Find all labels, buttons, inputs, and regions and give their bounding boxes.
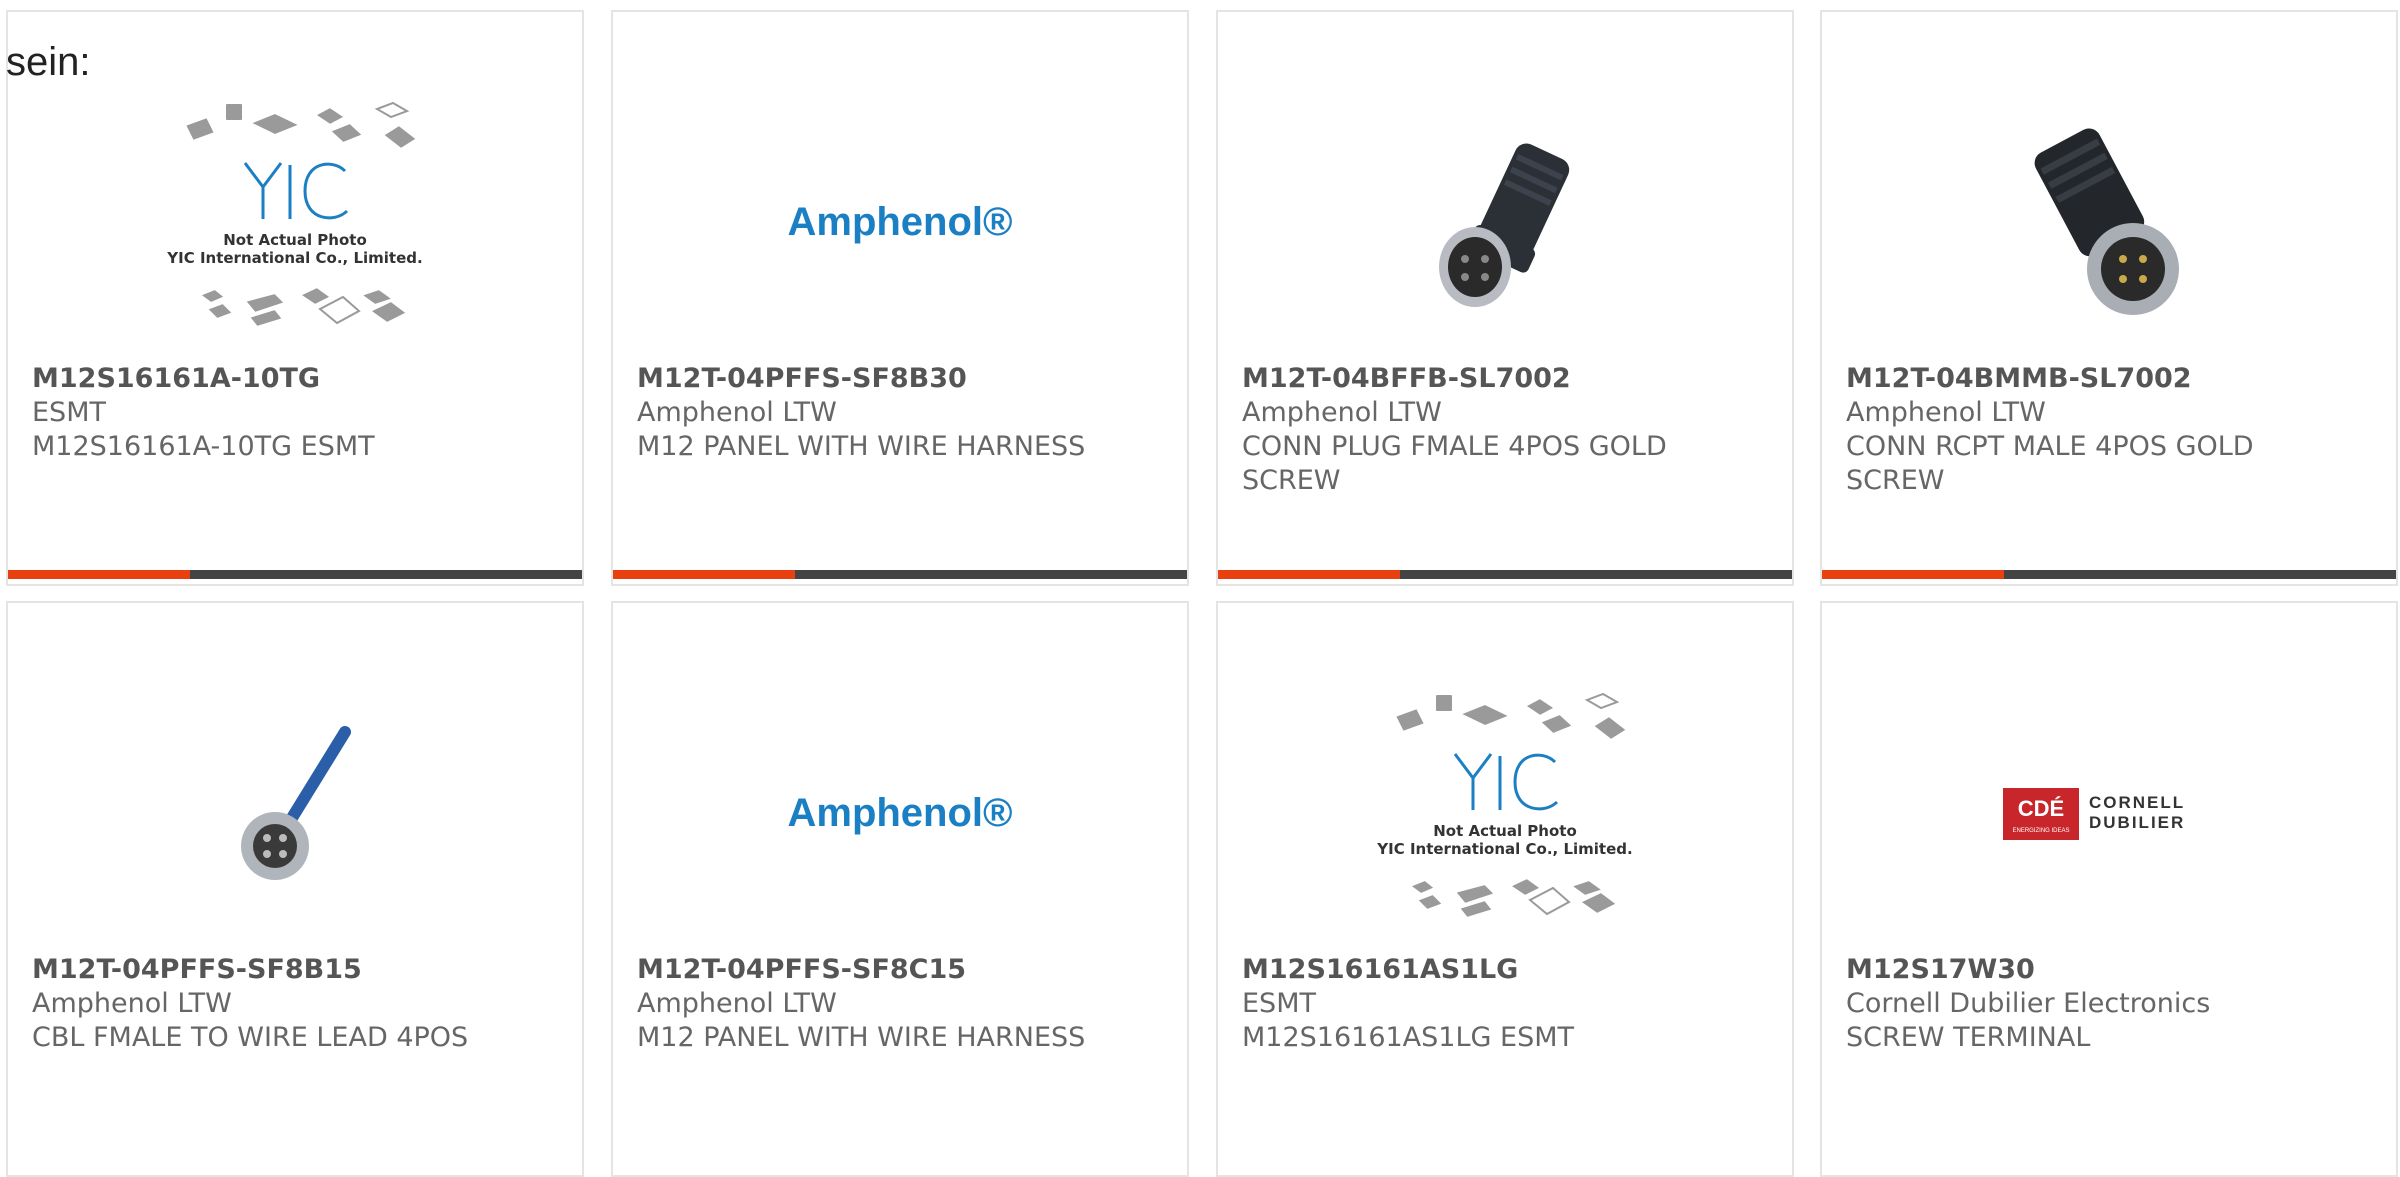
product-card[interactable]: M12T-04BFFB-SL7002 Amphenol LTW CONN PLU…	[1216, 10, 1794, 586]
panel-connector-icon	[241, 725, 351, 880]
manufacturer: ESMT	[1242, 988, 1316, 1019]
card-accent	[613, 570, 795, 579]
part-number[interactable]: M12T-04BMMB-SL7002	[1846, 362, 2306, 396]
card-accent	[1218, 570, 1400, 579]
product-card[interactable]: Not Actual Photo YIC International Co., …	[1216, 601, 1794, 1177]
product-card[interactable]: M12T-04BMMB-SL7002 Amphenol LTW CONN RCP…	[1820, 10, 2398, 586]
manufacturer: Amphenol LTW	[637, 397, 837, 428]
manufacturer: Amphenol LTW	[1242, 397, 1442, 428]
card-accent	[1822, 570, 2004, 579]
yic-placeholder-image: Not Actual Photo YIC International Co., …	[1376, 692, 1633, 919]
part-number[interactable]: M12T-04BFFB-SL7002	[1242, 362, 1702, 396]
manufacturer: Amphenol LTW	[637, 988, 837, 1019]
card-bottom-bar	[1822, 570, 2396, 579]
part-number[interactable]: M12S16161AS1LG	[1242, 953, 1702, 987]
product-image[interactable]: Not Actual Photo YIC International Co., …	[1218, 683, 1792, 948]
yic-caption-1: Not Actual Photo	[223, 231, 367, 249]
product-card[interactable]: Amphenol® M12T-04PFFS-SF8B30 Amphenol LT…	[611, 10, 1189, 586]
product-image[interactable]	[8, 683, 582, 948]
female-connector-icon	[1439, 143, 1570, 307]
product-image[interactable]: Not Actual Photo YIC International Co., …	[8, 92, 582, 357]
product-image[interactable]: Amphenol®	[613, 92, 1187, 357]
manufacturer: Amphenol LTW	[32, 988, 232, 1019]
part-number[interactable]: M12S16161A-10TG	[32, 362, 492, 396]
product-image[interactable]	[1218, 92, 1792, 357]
part-number[interactable]: M12T-04PFFS-SF8C15	[637, 953, 1097, 987]
cde-logo: CDÉ ENERGIZING IDEAS CORNELL DUBILIER	[2003, 787, 2185, 840]
manufacturer: ESMT	[32, 397, 106, 428]
product-image[interactable]: Amphenol®	[613, 683, 1187, 948]
product-card[interactable]: Amphenol® M12T-04PFFS-SF8C15 Amphenol LT…	[611, 601, 1189, 1177]
description: M12S16161AS1LG ESMT	[1242, 1022, 1575, 1053]
description: CONN RCPT MALE 4POS GOLD SCREW	[1846, 431, 2254, 496]
amphenol-logo: Amphenol®	[787, 200, 1012, 244]
card-bottom-bar	[1218, 570, 1792, 579]
description: CBL FMALE TO WIRE LEAD 4POS	[32, 1022, 469, 1053]
description: M12 PANEL WITH WIRE HARNESS	[637, 1022, 1086, 1053]
product-card[interactable]: Not Actual Photo YIC International Co., …	[6, 10, 584, 586]
description: M12S16161A-10TG ESMT	[32, 431, 375, 462]
card-bottom-bar	[8, 570, 582, 579]
cde-logo-tagline: ENERGIZING IDEAS	[2012, 828, 2069, 834]
part-number[interactable]: M12S17W30	[1846, 953, 2306, 987]
cde-logo-name-1: CORNELL	[2089, 793, 2185, 812]
amphenol-logo-text: Amphenol®	[787, 200, 1012, 244]
yic-caption-2: YIC International Co., Limited.	[166, 249, 422, 267]
yic-caption-2: YIC International Co., Limited.	[1376, 840, 1632, 858]
product-card[interactable]: M12T-04PFFS-SF8B15 Amphenol LTW CBL FMAL…	[6, 601, 584, 1177]
product-card[interactable]: CDÉ ENERGIZING IDEAS CORNELL DUBILIER M1…	[1820, 601, 2398, 1177]
amphenol-logo-text: Amphenol®	[787, 791, 1012, 835]
yic-caption-1: Not Actual Photo	[1433, 822, 1577, 840]
male-connector-icon	[2034, 128, 2179, 315]
card-bottom-bar	[613, 570, 1187, 579]
part-number[interactable]: M12T-04PFFS-SF8B15	[32, 953, 492, 987]
part-number[interactable]: M12T-04PFFS-SF8B30	[637, 362, 1097, 396]
manufacturer: Amphenol LTW	[1846, 397, 2046, 428]
cde-logo-mark: CDÉ	[2018, 796, 2064, 821]
description: SCREW TERMINAL	[1846, 1022, 2091, 1053]
description: CONN PLUG FMALE 4POS GOLD SCREW	[1242, 431, 1667, 496]
amphenol-logo: Amphenol®	[787, 791, 1012, 835]
cde-logo-name-2: DUBILIER	[2089, 813, 2185, 832]
intro-text: sein:	[6, 40, 91, 84]
product-image[interactable]: CDÉ ENERGIZING IDEAS CORNELL DUBILIER	[1822, 683, 2396, 948]
description: M12 PANEL WITH WIRE HARNESS	[637, 431, 1086, 462]
yic-placeholder-image: Not Actual Photo YIC International Co., …	[166, 101, 423, 328]
card-accent	[8, 570, 190, 579]
product-image[interactable]	[1822, 92, 2396, 357]
manufacturer: Cornell Dubilier Electronics	[1846, 988, 2211, 1019]
